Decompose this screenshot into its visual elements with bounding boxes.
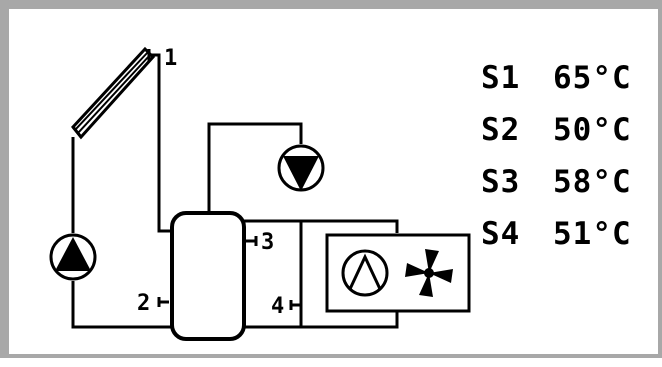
sensor-temperature: 51°C <box>553 216 632 252</box>
solar-collector-icon <box>71 46 156 140</box>
storage-tank-icon <box>170 211 246 341</box>
display-screen: 1 2 3 4 S1 65°C S2 50°C S3 58°C S4 51°C <box>0 0 662 358</box>
circulation-pump-icon <box>277 144 325 192</box>
sensor-id: S4 <box>481 216 521 252</box>
collector-pump-icon <box>49 233 97 281</box>
sensor-marker-4: 4 <box>271 294 284 319</box>
sensor-id: S1 <box>481 60 521 96</box>
sensor-marker-1: 1 <box>164 46 177 71</box>
sensor-temperature: 58°C <box>553 164 632 200</box>
heating-circuit-unit <box>325 233 471 313</box>
sensor-marker-3: 3 <box>261 230 274 255</box>
sensor-temperature: 65°C <box>553 60 632 96</box>
sensor-temperature: 50°C <box>553 112 632 148</box>
heating-pump-icon <box>341 249 389 297</box>
sensor-id: S2 <box>481 112 521 148</box>
sensor-marker-2: 2 <box>137 291 150 316</box>
sensor-id: S3 <box>481 164 521 200</box>
